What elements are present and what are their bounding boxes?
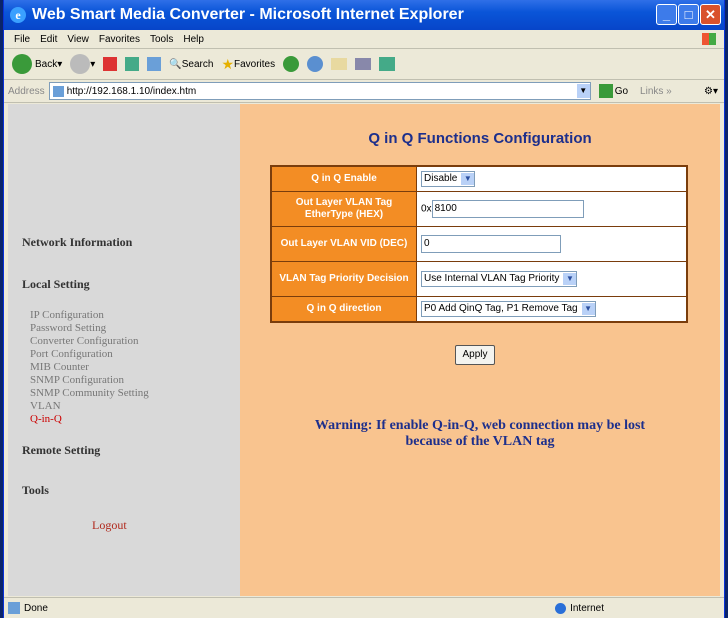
search-icon: 🔍 — [169, 58, 182, 70]
media-icon — [283, 56, 300, 72]
menu-help[interactable]: Help — [183, 34, 204, 45]
close-button[interactable]: ✕ — [700, 4, 721, 25]
sidebar-network-information[interactable]: Network Information — [22, 235, 132, 250]
media-button[interactable] — [283, 56, 300, 72]
page-done-icon — [8, 602, 20, 614]
address-dropdown-icon[interactable]: ▼ — [576, 84, 590, 98]
home-button[interactable] — [147, 57, 162, 71]
page-content: Network Information Local Setting IP Con… — [8, 104, 720, 596]
table-row: Q in Q direction P0 Add QinQ Tag, P1 Rem… — [270, 296, 688, 323]
back-arrow-icon — [12, 54, 32, 74]
ethertype-label: Out Layer VLAN Tag EtherType (HEX) — [270, 191, 417, 227]
sidebar-item-vlan[interactable]: VLAN — [30, 400, 61, 412]
stop-icon — [103, 57, 118, 71]
back-button[interactable]: Back ▾ — [12, 54, 62, 74]
qinq-enable-select[interactable]: Disable ▼ — [421, 171, 476, 187]
history-icon — [307, 56, 324, 72]
vid-input[interactable]: 0 — [421, 235, 561, 253]
table-row: Q in Q Enable Disable ▼ — [270, 165, 688, 192]
sidebar-item-q-in-q[interactable]: Q-in-Q — [30, 413, 62, 425]
config-table: Q in Q Enable Disable ▼ Out Layer VLAN Ta… — [270, 165, 688, 323]
messenger-icon — [379, 57, 396, 71]
print-button[interactable] — [355, 58, 372, 70]
menu-edit[interactable]: Edit — [40, 34, 57, 45]
sidebar-item-port-configuration[interactable]: Port Configuration — [30, 348, 113, 360]
sidebar-local-setting[interactable]: Local Setting — [22, 277, 90, 292]
table-row: Out Layer VLAN Tag EtherType (HEX) 0x 810… — [270, 191, 688, 227]
address-bar: Address http://192.168.1.10/index.htm ▼ … — [4, 80, 724, 103]
search-button[interactable]: 🔍 Search — [169, 59, 213, 70]
messenger-button[interactable] — [379, 57, 396, 71]
warning-line-1: Warning: If enable Q-in-Q, web connectio… — [314, 418, 646, 433]
chevron-down-icon: ▼ — [563, 273, 577, 285]
main-panel: Q in Q Functions Configuration Q in Q En… — [240, 104, 720, 596]
warning-message: Warning: If enable Q-in-Q, web connectio… — [240, 418, 720, 450]
logout-link[interactable]: Logout — [92, 518, 127, 533]
ethertype-input[interactable]: 8100 — [431, 200, 584, 218]
address-input[interactable]: http://192.168.1.10/index.htm ▼ — [48, 82, 591, 100]
minimize-button[interactable]: _ — [656, 4, 677, 25]
menu-tools[interactable]: Tools — [150, 34, 173, 45]
page-icon — [52, 85, 64, 97]
sidebar-remote-setting[interactable]: Remote Setting — [22, 443, 100, 458]
sidebar-item-mib-counter[interactable]: MIB Counter — [30, 361, 89, 373]
sidebar-item-snmp-configuration[interactable]: SNMP Configuration — [30, 374, 124, 386]
forward-arrow-icon — [70, 54, 91, 74]
links-button[interactable]: Links » — [640, 86, 672, 97]
address-label: Address — [8, 85, 45, 97]
ie-logo-icon: e — [10, 7, 26, 23]
chevron-down-icon: ▼ — [461, 173, 475, 185]
sidebar-tools[interactable]: Tools — [22, 483, 49, 498]
history-button[interactable] — [307, 56, 324, 72]
title-bar: e Web Smart Media Converter - Microsoft … — [4, 0, 724, 30]
maximize-button[interactable]: □ — [678, 4, 699, 25]
menu-file[interactable]: File — [14, 34, 30, 45]
stop-button[interactable] — [103, 57, 118, 71]
mail-icon — [331, 58, 348, 70]
home-icon — [147, 57, 162, 71]
favorites-button[interactable]: ★ Favorites — [221, 56, 275, 73]
browser-window: e Web Smart Media Converter - Microsoft … — [3, 0, 725, 618]
sidebar: Network Information Local Setting IP Con… — [8, 104, 240, 596]
priority-decision-label: VLAN Tag Priority Decision — [270, 261, 417, 297]
print-icon — [355, 58, 372, 70]
chevron-down-icon: ▼ — [581, 303, 595, 315]
menu-bar: File Edit View Favorites Tools Help — [4, 30, 724, 49]
sidebar-item-snmp-community-setting[interactable]: SNMP Community Setting — [30, 387, 149, 399]
sidebar-item-converter-configuration[interactable]: Converter Configuration — [30, 335, 138, 347]
internet-zone: Internet — [555, 602, 604, 614]
warning-line-2: because of the VLAN tag — [405, 434, 555, 449]
priority-decision-select[interactable]: Use Internal VLAN Tag Priority ▼ — [421, 271, 578, 287]
table-row: Out Layer VLAN VID (DEC) 0 — [270, 226, 688, 262]
window-title: Web Smart Media Converter - Microsoft In… — [32, 6, 464, 23]
go-button[interactable]: Go — [598, 84, 628, 98]
tools-menu-icon[interactable]: ⚙▾ — [704, 86, 718, 97]
status-text: Done — [24, 602, 48, 614]
status-bar: Done Internet — [4, 597, 724, 618]
table-row: VLAN Tag Priority Decision Use Internal … — [270, 261, 688, 297]
windows-logo-icon — [702, 33, 716, 45]
sidebar-item-password-setting[interactable]: Password Setting — [30, 322, 106, 334]
globe-icon — [555, 602, 567, 614]
ethertype-prefix: 0x — [421, 203, 432, 215]
refresh-icon — [125, 57, 140, 71]
menu-view[interactable]: View — [67, 34, 89, 45]
vid-label: Out Layer VLAN VID (DEC) — [270, 226, 417, 262]
go-arrow-icon — [598, 84, 613, 98]
apply-button[interactable]: Apply — [455, 345, 495, 365]
forward-button[interactable]: ▾ — [70, 54, 95, 74]
refresh-button[interactable] — [125, 57, 140, 71]
toolbar: Back ▾ ▾ 🔍 Search ★ Favorites — [4, 49, 724, 80]
window-frame: e Web Smart Media Converter - Microsoft … — [0, 0, 728, 618]
mail-button[interactable] — [331, 58, 348, 70]
qinq-enable-label: Q in Q Enable — [270, 165, 417, 192]
star-icon: ★ — [221, 55, 234, 72]
menu-favorites[interactable]: Favorites — [99, 34, 140, 45]
qinq-direction-select[interactable]: P0 Add QinQ Tag, P1 Remove Tag ▼ — [421, 301, 596, 317]
page-title: Q in Q Functions Configuration — [368, 130, 592, 147]
qinq-direction-label: Q in Q direction — [270, 296, 417, 323]
sidebar-item-ip-configuration[interactable]: IP Configuration — [30, 309, 104, 321]
